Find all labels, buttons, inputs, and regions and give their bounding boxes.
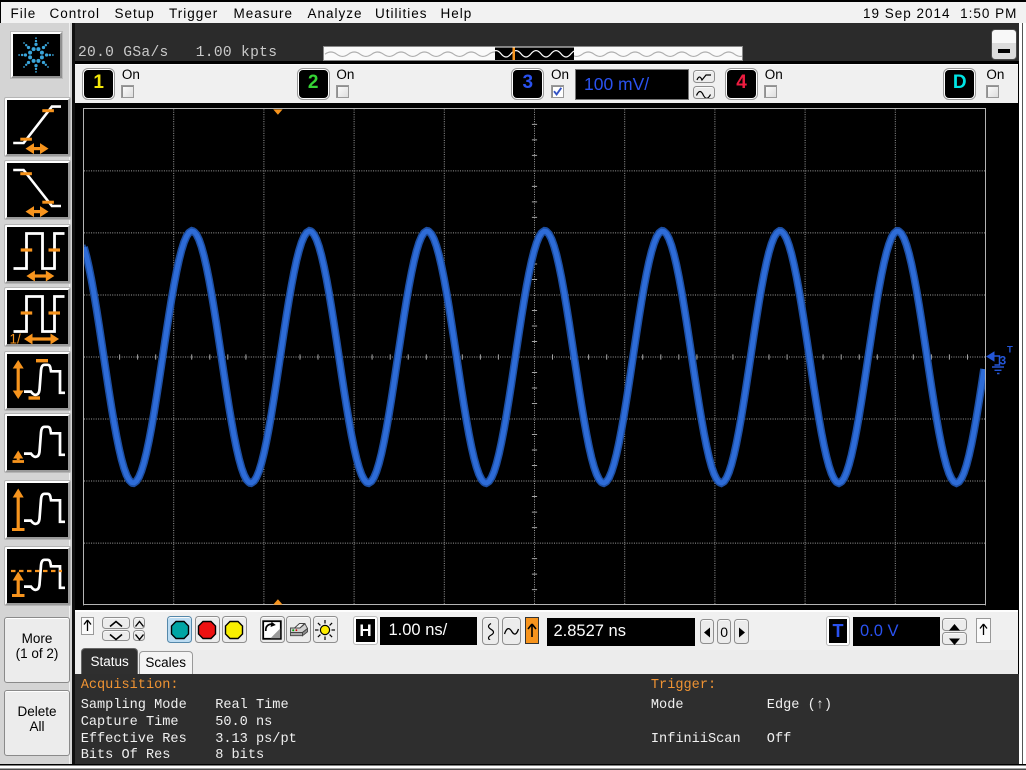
svg-text:3: 3 <box>999 353 1006 367</box>
svg-text:T: T <box>1007 344 1013 355</box>
svg-text:1/: 1/ <box>10 332 22 347</box>
